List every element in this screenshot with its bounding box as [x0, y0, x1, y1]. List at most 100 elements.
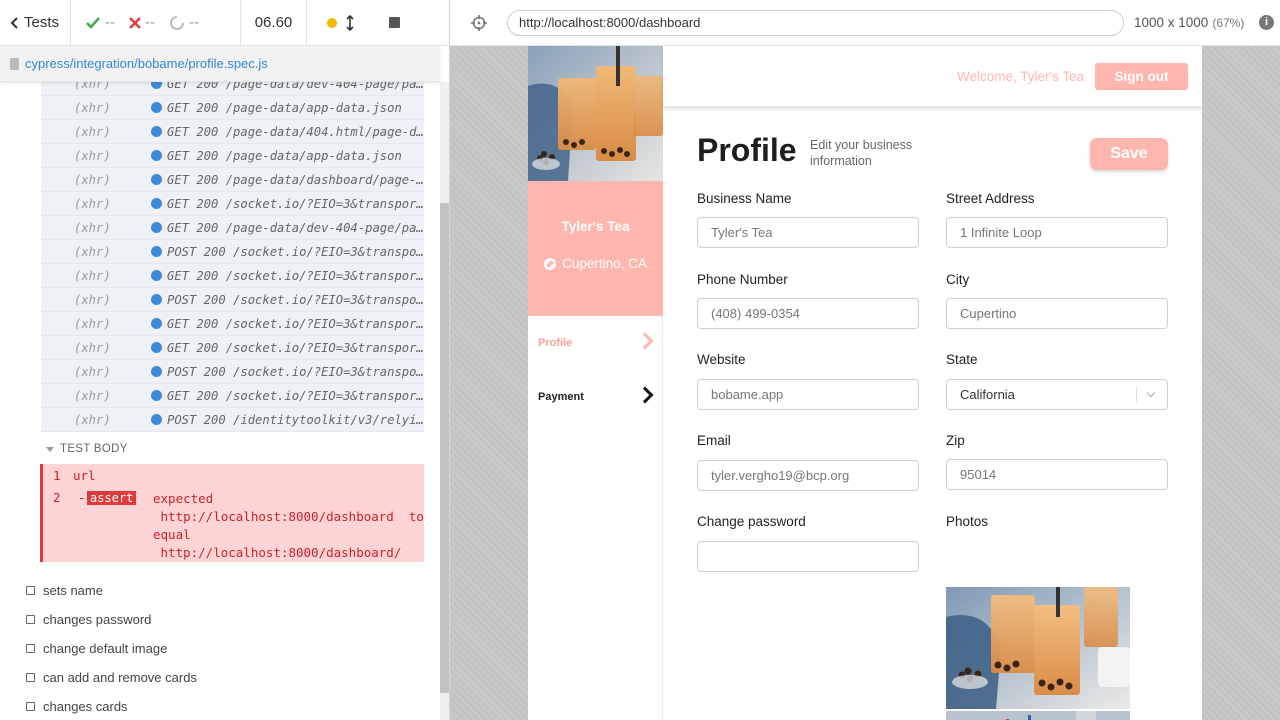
xhr-request: GET 200 /socket.io/?EIO=3&transpor…: [167, 316, 423, 331]
sidebar-business-name: Tyler's Tea: [561, 219, 630, 234]
test-item[interactable]: changes cards: [26, 692, 197, 720]
xhr-request: GET 200 /socket.io/?EIO=3&transpor…: [167, 388, 423, 403]
xhr-row[interactable]: (xhr) GET 200 /page-data/404.html/page-d…: [41, 120, 424, 144]
test-item[interactable]: changes password: [26, 605, 197, 634]
xhr-row[interactable]: (xhr) GET 200 /socket.io/?EIO=3&transpor…: [41, 312, 424, 336]
photos-label: Photos: [946, 514, 989, 529]
xhr-request: GET 200 /page-data/app-data.json: [167, 148, 402, 163]
request-status-dot-icon: [151, 318, 162, 329]
tests-label: Tests: [24, 14, 60, 31]
xhr-row[interactable]: (xhr) GET 200 /socket.io/?EIO=3&transpor…: [41, 384, 424, 408]
test-title: sets name: [43, 583, 103, 598]
selector-playground-icon[interactable]: [470, 14, 488, 32]
xhr-tag: (xhr): [74, 268, 111, 283]
request-status-dot-icon: [151, 198, 162, 209]
xhr-row[interactable]: (xhr) GET 200 /page-data/app-data.json: [41, 144, 424, 168]
assert-message: expected http://localhost:8000/dashboard…: [153, 491, 424, 560]
xhr-tag: (xhr): [74, 292, 111, 307]
sidebar-item-payment[interactable]: Payment: [528, 370, 663, 424]
test-title: can add and remove cards: [43, 670, 197, 685]
test-title: changes password: [43, 612, 152, 627]
command-number: 2: [53, 490, 61, 505]
save-button[interactable]: Save: [1090, 138, 1168, 170]
test-item[interactable]: change default image: [26, 634, 197, 663]
chevron-left-icon: [10, 16, 18, 29]
test-body-header[interactable]: TEST BODY: [46, 443, 128, 455]
email-input[interactable]: tyler.vergho19@bcp.org: [697, 460, 919, 491]
app-frame: Tyler's Tea Cupertino, CA Profile Paymen…: [528, 46, 1202, 720]
test-item[interactable]: sets name: [26, 576, 197, 605]
viewport-dimensions: 1000 x 1000: [1134, 15, 1209, 30]
xhr-tag: (xhr): [74, 340, 111, 355]
xhr-command-list: (xhr) GET 200 /page-data/dev-404-page/pa……: [41, 72, 424, 432]
spec-path-bar: cypress/integration/bobame/profile.spec.…: [0, 46, 440, 82]
change-password-input[interactable]: [697, 541, 919, 572]
street-address-input[interactable]: 1 Infinite Loop: [946, 217, 1168, 248]
xhr-row[interactable]: (xhr) GET 200 /socket.io/?EIO=3&transpor…: [41, 192, 424, 216]
xhr-tag: (xhr): [74, 244, 111, 259]
xhr-tag: (xhr): [74, 124, 111, 139]
xhr-row[interactable]: (xhr) GET 200 /page-data/app-data.json: [41, 96, 424, 120]
request-status-dot-icon: [151, 342, 162, 353]
x-icon: [129, 16, 141, 29]
test-title: change default image: [43, 641, 168, 656]
business-name-input[interactable]: Tyler's Tea: [697, 217, 919, 248]
state-select-value: California: [960, 387, 1015, 402]
xhr-tag: (xhr): [74, 412, 111, 427]
xhr-tag: (xhr): [74, 364, 111, 379]
photo-thumbnail[interactable]: [946, 587, 1130, 709]
page-subtitle: Edit your business information: [810, 138, 913, 168]
sidebar-item-profile[interactable]: Profile: [528, 316, 663, 370]
state-select[interactable]: California: [946, 379, 1168, 410]
xhr-request: GET 200 /socket.io/?EIO=3&transpor…: [167, 196, 423, 211]
scrollbar-thumb[interactable]: [440, 203, 449, 693]
zip-label: Zip: [946, 433, 965, 448]
xhr-request: GET 200 /page-data/app-data.json: [167, 100, 402, 115]
sidebar-item-label: Profile: [538, 337, 573, 349]
zip-input[interactable]: 95014: [946, 459, 1168, 490]
command-text: url: [73, 468, 96, 483]
xhr-row[interactable]: (xhr) POST 200 /socket.io/?EIO=3&transpo…: [41, 360, 424, 384]
auto-scroll-icon[interactable]: [345, 14, 355, 31]
xhr-request: GET 200 /page-data/dev-404-page/pa…: [167, 220, 423, 235]
request-status-dot-icon: [151, 270, 162, 281]
tests-back-button[interactable]: Tests: [0, 0, 71, 46]
city-input[interactable]: Cupertino: [946, 298, 1168, 329]
cypress-reporter: Tests -- -- -- 06.60 cypress/integration…: [0, 0, 450, 720]
profile-form: Profile Edit your business information S…: [663, 106, 1202, 720]
xhr-row[interactable]: (xhr) POST 200 /socket.io/?EIO=3&transpo…: [41, 288, 424, 312]
stop-icon[interactable]: [389, 17, 400, 28]
signout-button[interactable]: Sign out: [1095, 63, 1188, 90]
xhr-tag: (xhr): [74, 100, 111, 115]
photo-thumbnail[interactable]: [946, 711, 1130, 720]
xhr-row[interactable]: (xhr) GET 200 /socket.io/?EIO=3&transpor…: [41, 336, 424, 360]
xhr-row[interactable]: (xhr) GET 200 /socket.io/?EIO=3&transpor…: [41, 264, 424, 288]
xhr-row[interactable]: (xhr) GET 200 /page-data/dev-404-page/pa…: [41, 216, 424, 240]
pending-circle-icon: [170, 15, 184, 30]
url-input[interactable]: http://localhost:8000/dashboard: [507, 10, 1124, 36]
request-status-dot-icon: [151, 102, 162, 113]
state-label: State: [946, 352, 978, 367]
xhr-tag: (xhr): [74, 388, 111, 403]
request-status-dot-icon: [151, 174, 162, 185]
xhr-row[interactable]: (xhr) POST 200 /identitytoolkit/v3/relyi…: [41, 408, 424, 432]
phone-input[interactable]: (408) 499-0354: [697, 298, 919, 329]
failed-stat: --: [129, 14, 155, 31]
website-input[interactable]: bobame.app: [697, 379, 919, 410]
xhr-row[interactable]: (xhr) POST 200 /socket.io/?EIO=3&transpo…: [41, 240, 424, 264]
xhr-row[interactable]: (xhr) GET 200 /page-data/dashboard/page-…: [41, 168, 424, 192]
email-label: Email: [697, 433, 731, 448]
command-number: 1: [53, 468, 61, 483]
pending-stat: --: [169, 14, 199, 31]
sidebar-location-text: Cupertino, CA: [562, 256, 647, 271]
test-item[interactable]: can add and remove cards: [26, 663, 197, 692]
test-body-label: TEST BODY: [60, 443, 128, 455]
city-label: City: [946, 272, 970, 287]
info-icon[interactable]: i: [1259, 15, 1274, 30]
collapse-triangle-icon: [46, 446, 54, 452]
chevron-right-icon: [636, 332, 654, 350]
xhr-request: GET 200 /socket.io/?EIO=3&transpor…: [167, 268, 423, 283]
request-status-dot-icon: [151, 294, 162, 305]
spec-path[interactable]: cypress/integration/bobame/profile.spec.…: [25, 56, 268, 71]
xhr-tag: (xhr): [74, 316, 111, 331]
